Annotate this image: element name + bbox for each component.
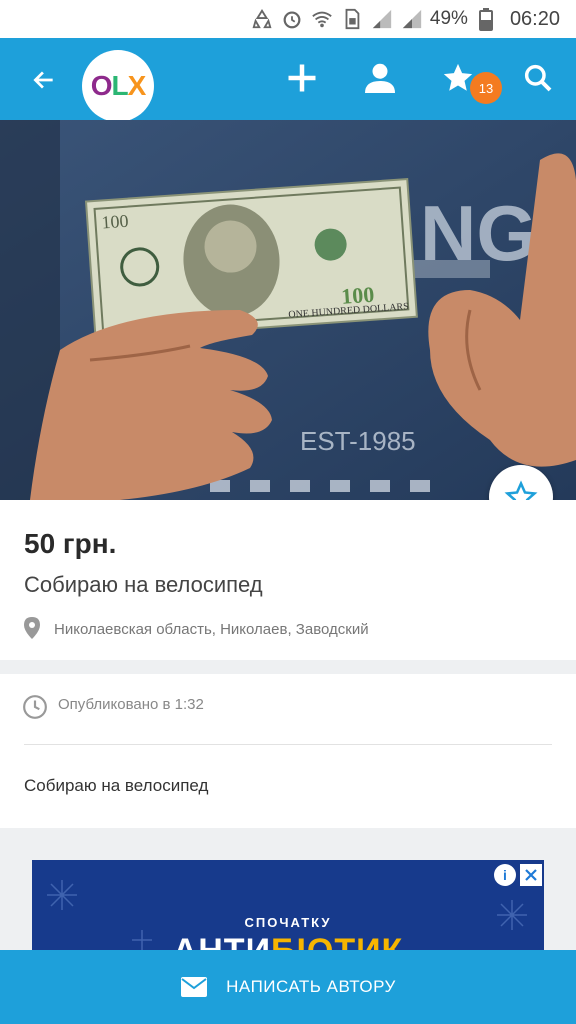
published-time: Опубликовано в 1:32 xyxy=(58,696,204,713)
plus-icon xyxy=(288,64,316,92)
logo-letter-x: X xyxy=(127,70,147,101)
battery-icon xyxy=(474,7,498,31)
ad-pretitle: СПОЧАТКУ xyxy=(244,915,332,930)
message-author-button[interactable]: НАПИСАТЬ АВТОРУ xyxy=(0,950,576,1024)
app-bar: OLX 13 xyxy=(0,38,576,122)
search-icon xyxy=(524,64,552,92)
location-pin-icon xyxy=(24,617,40,639)
back-arrow-icon xyxy=(33,71,53,89)
signal-icon xyxy=(370,7,394,31)
search-button[interactable] xyxy=(516,56,560,100)
message-author-label: НАПИСАТЬ АВТОРУ xyxy=(226,977,396,996)
clock-icon xyxy=(23,695,47,719)
logo-letter-o: O xyxy=(90,70,113,101)
listing-photo[interactable]: NG EST-1985 100 100 ONE HUNDRED DOLLARS xyxy=(0,120,576,500)
signal-icon xyxy=(400,7,424,31)
listing-details-card: Опубликовано в 1:32 Собираю на велосипед xyxy=(0,674,576,828)
battery-percent: 49% xyxy=(429,8,468,29)
ad-close-button[interactable] xyxy=(520,864,542,886)
listing-description: Собираю на велосипед xyxy=(24,776,209,795)
listing-title: Собираю на велосипед xyxy=(24,572,263,597)
recycle-icon xyxy=(250,7,274,31)
banknote-photo: NG EST-1985 100 100 ONE HUNDRED DOLLARS xyxy=(0,120,576,500)
wifi-icon xyxy=(310,7,334,31)
logo-letter-l: L xyxy=(111,70,128,101)
svg-text:100: 100 xyxy=(101,211,129,233)
divider xyxy=(24,744,552,745)
envelope-icon xyxy=(181,977,208,997)
ad-banner[interactable]: СПОЧАТКУ АНТИБІОТИК i xyxy=(32,860,544,960)
olx-logo[interactable]: OLX xyxy=(82,50,154,122)
listing-location[interactable]: Николаевская область, Николаев, Заводски… xyxy=(54,621,369,638)
back-button[interactable] xyxy=(22,58,66,102)
close-icon xyxy=(525,869,537,881)
listing-info-card: 50 грн. Собираю на велосипед Николаевска… xyxy=(0,500,576,660)
alarm-icon xyxy=(280,7,304,31)
profile-button[interactable] xyxy=(358,56,402,100)
svg-text:EST-1985: EST-1985 xyxy=(300,426,416,456)
sim-icon xyxy=(340,7,364,31)
favorites-count-badge: 13 xyxy=(470,72,502,104)
add-listing-button[interactable] xyxy=(280,56,324,100)
clock: 06:20 xyxy=(509,7,560,30)
user-icon xyxy=(365,63,395,93)
ad-info-icon[interactable]: i xyxy=(494,864,516,886)
listing-price: 50 грн. xyxy=(24,528,117,559)
status-bar: 49% 06:20 xyxy=(0,0,576,38)
